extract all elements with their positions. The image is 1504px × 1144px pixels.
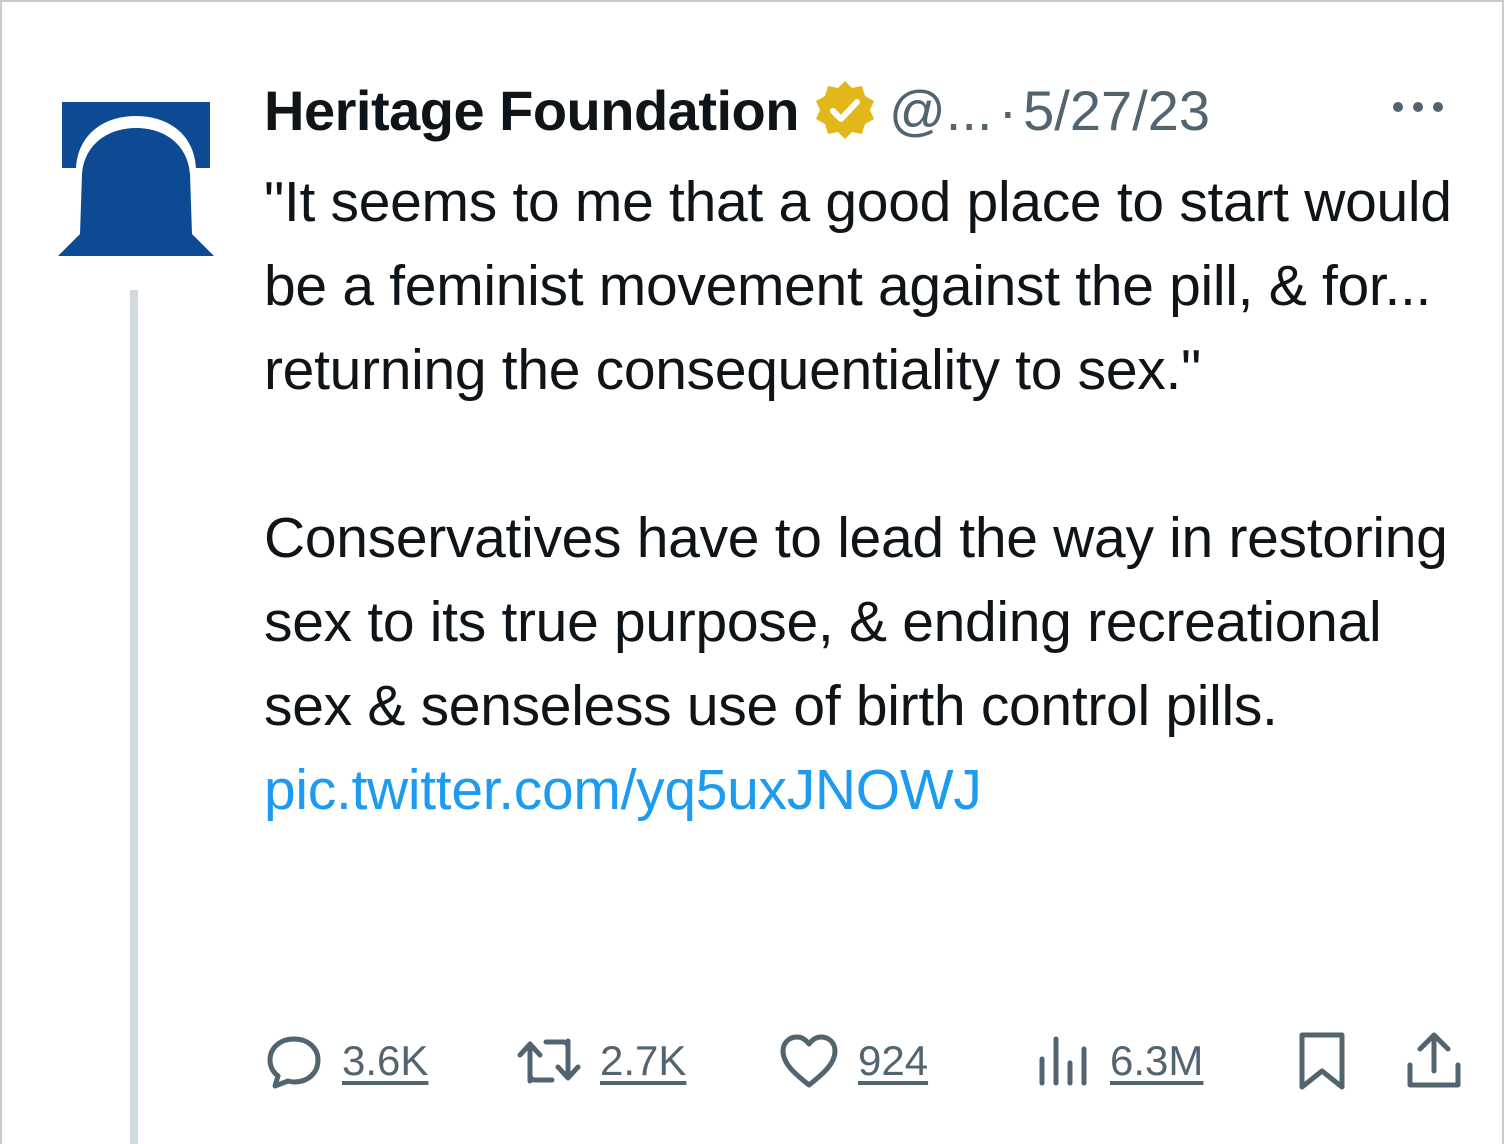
media-link[interactable]: pic.twitter.com/yq5uxJNOWJ bbox=[264, 758, 982, 822]
views-count: 6.3M bbox=[1110, 1037, 1204, 1084]
share-icon bbox=[1407, 1032, 1461, 1088]
verified-icon[interactable] bbox=[813, 78, 877, 142]
tweet-paragraph-statement: Conservatives have to lead the way in re… bbox=[264, 496, 1479, 832]
bookmark-icon bbox=[1299, 1032, 1345, 1090]
retweet-icon bbox=[517, 1038, 581, 1084]
retweet-count: 2.7K bbox=[600, 1037, 687, 1084]
tweet-text: "It seems to me that a good place to sta… bbox=[264, 160, 1479, 832]
more-icon[interactable] bbox=[1390, 92, 1446, 122]
bookmark-button[interactable] bbox=[1292, 1026, 1352, 1096]
retweet-button[interactable]: 2.7K bbox=[516, 1026, 686, 1096]
views-icon bbox=[1039, 1036, 1087, 1086]
reply-count: 3.6K bbox=[342, 1037, 429, 1084]
like-button[interactable]: 924 bbox=[778, 1026, 928, 1096]
tweet-paragraph-quote: "It seems to me that a good place to sta… bbox=[264, 170, 1452, 402]
reply-button[interactable]: 3.6K bbox=[264, 1026, 428, 1096]
author-display-name[interactable]: Heritage Foundation bbox=[264, 78, 799, 143]
thread-connector-line bbox=[130, 290, 138, 1144]
like-count: 924 bbox=[858, 1037, 929, 1084]
tweet-date[interactable]: 5/27/23 bbox=[1023, 78, 1210, 143]
reply-icon bbox=[267, 1036, 321, 1089]
like-icon bbox=[780, 1034, 838, 1088]
share-button[interactable] bbox=[1404, 1026, 1464, 1096]
views-button[interactable]: 6.3M bbox=[1032, 1026, 1203, 1096]
heritage-foundation-avatar[interactable] bbox=[56, 94, 216, 260]
tweet-header: Heritage Foundation @... · 5/27/23 bbox=[264, 74, 1484, 146]
tweet-action-bar: 3.6K 2.7K 924 6.3M bbox=[264, 1026, 1474, 1096]
tweet-card: Heritage Foundation @... · 5/27/23 "It s… bbox=[0, 0, 1504, 1144]
header-separator: · bbox=[998, 78, 1018, 142]
tweet-paragraph-statement-text: Conservatives have to lead the way in re… bbox=[264, 506, 1448, 738]
author-handle[interactable]: @... bbox=[889, 78, 993, 143]
